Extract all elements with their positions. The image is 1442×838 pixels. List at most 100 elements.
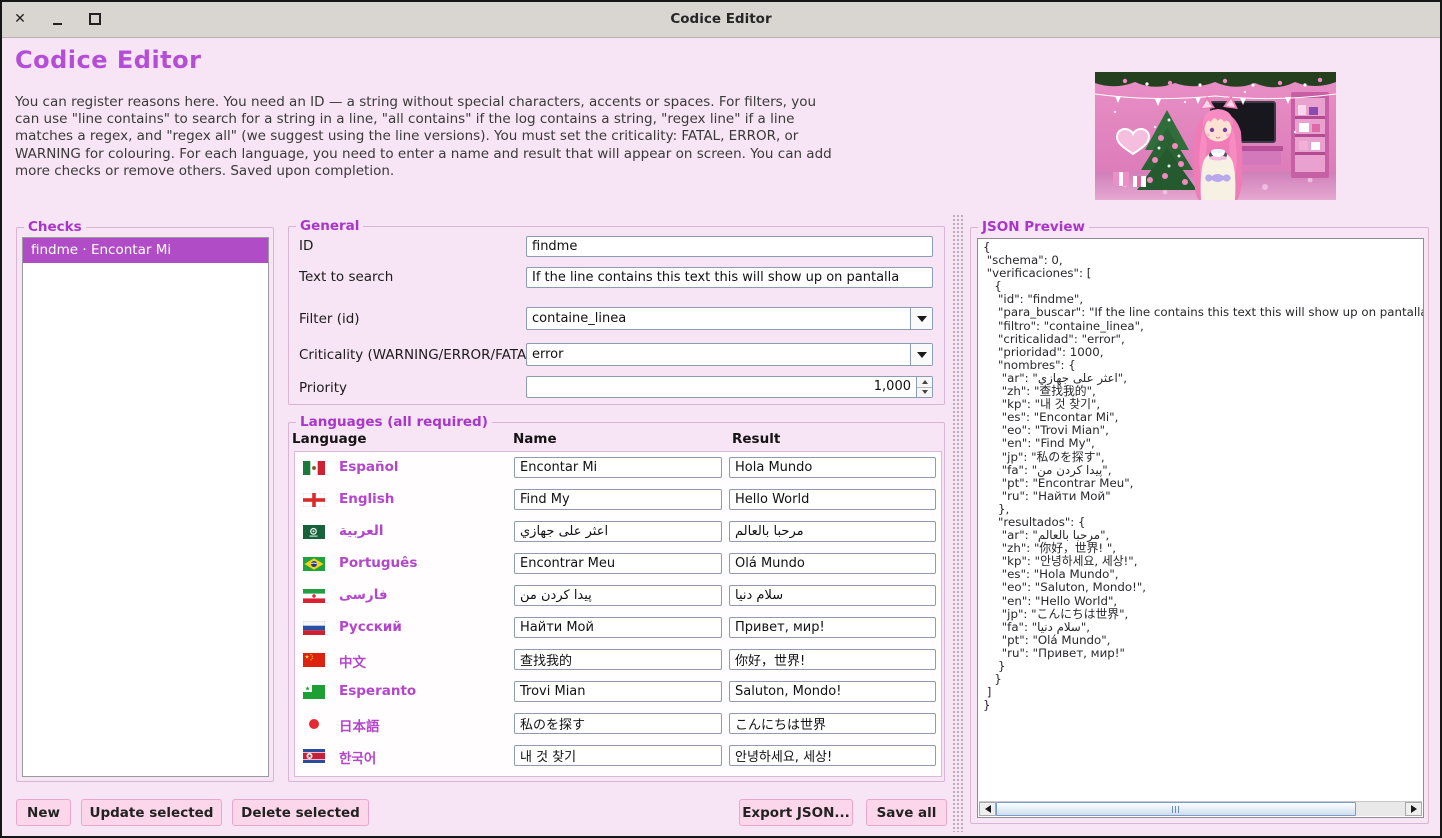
json-preview-panel[interactable]: { "schema": 0, "verificaciones": [ { "id…	[977, 238, 1424, 818]
language-row: 日本語	[295, 708, 941, 740]
scroll-right-button[interactable]	[1405, 802, 1422, 816]
checks-list[interactable]: findme · Encontar Mi	[22, 237, 269, 777]
language-row: 한국어	[295, 740, 941, 772]
esperanto-flag-icon	[303, 685, 325, 699]
language-label: 日本語	[339, 715, 380, 735]
column-header-name: Name	[513, 431, 557, 447]
general-group-label: General	[296, 218, 363, 234]
json-preview-group: JSON Preview { "schema": 0, "verificacio…	[970, 227, 1429, 824]
criticality-label: Criticality (WARNING/ERROR/FATAL)	[299, 347, 539, 363]
north-korea-flag-icon	[303, 749, 325, 763]
filter-label: Filter (id)	[299, 311, 360, 327]
text-to-search-label: Text to search	[299, 269, 393, 285]
scrollbar-thumb[interactable]	[996, 802, 1356, 816]
scrollbar-grip-icon	[1172, 806, 1179, 813]
new-button[interactable]: New	[16, 799, 71, 826]
name-input[interactable]	[514, 617, 722, 638]
languages-group-label: Languages (all required)	[296, 414, 492, 430]
column-header-result: Result	[732, 431, 780, 447]
page-title: Codice Editor	[15, 46, 201, 74]
check-list-item[interactable]: findme · Encontar Mi	[23, 238, 268, 263]
result-input[interactable]	[729, 553, 936, 574]
result-input[interactable]	[729, 713, 936, 734]
criticality-selected-value: error	[527, 344, 910, 365]
name-input[interactable]	[514, 681, 722, 702]
result-input[interactable]	[729, 521, 936, 542]
save-all-button[interactable]: Save all	[866, 799, 947, 826]
language-row: فارسی	[295, 580, 941, 612]
mexico-flag-icon	[303, 461, 325, 475]
spin-up-icon	[922, 380, 928, 384]
spin-down-button[interactable]	[917, 387, 932, 398]
result-input[interactable]	[729, 457, 936, 478]
priority-value: 1,000	[527, 377, 916, 397]
update-selected-button[interactable]: Update selected	[81, 799, 222, 826]
titlebar: ✕ Codice Editor	[2, 2, 1440, 38]
england-flag-icon	[303, 493, 325, 507]
language-label: العربية	[339, 523, 383, 539]
language-label: Русский	[339, 619, 402, 635]
language-row: Esperanto	[295, 676, 941, 708]
language-label: Português	[339, 555, 417, 571]
column-header-language: Language	[292, 431, 367, 447]
scroll-right-icon	[1411, 805, 1417, 813]
export-json-button[interactable]: Export JSON...	[739, 799, 853, 826]
result-input[interactable]	[729, 585, 936, 606]
checks-group-label: Checks	[24, 219, 86, 235]
window-title: Codice Editor	[2, 11, 1440, 27]
languages-group: Languages (all required) Language Name R…	[288, 422, 945, 782]
app-window: ✕ Codice Editor Codice Editor You can re…	[0, 0, 1442, 838]
brazil-flag-icon	[303, 557, 325, 571]
checks-group: Checks findme · Encontar Mi	[16, 227, 274, 782]
language-row: English	[295, 484, 941, 516]
delete-selected-button[interactable]: Delete selected	[232, 799, 369, 826]
language-label: فارسی	[339, 587, 388, 603]
name-input[interactable]	[514, 745, 722, 766]
filter-select[interactable]: containe_linea	[526, 307, 933, 330]
scroll-left-button[interactable]	[979, 802, 996, 816]
name-input[interactable]	[514, 489, 722, 510]
result-input[interactable]	[729, 649, 936, 670]
name-input[interactable]	[514, 457, 722, 478]
filter-dropdown-button[interactable]	[910, 308, 932, 329]
name-input[interactable]	[514, 713, 722, 734]
spin-down-icon	[922, 390, 928, 394]
name-input[interactable]	[514, 553, 722, 574]
result-input[interactable]	[729, 617, 936, 638]
panel-splitter[interactable]	[952, 214, 965, 832]
text-to-search-input[interactable]	[526, 267, 933, 288]
japan-flag-icon	[303, 717, 325, 731]
language-row: العربية	[295, 516, 941, 548]
description-text: You can register reasons here. You need …	[15, 94, 845, 180]
name-input[interactable]	[514, 585, 722, 606]
id-input[interactable]	[526, 236, 933, 257]
priority-label: Priority	[299, 380, 347, 396]
general-group: General ID Text to search Filter (id) co…	[288, 226, 945, 405]
language-label: Español	[339, 459, 399, 475]
criticality-select[interactable]: error	[526, 343, 933, 366]
language-rows: Español English العربية Português فارسی Русск…	[294, 451, 942, 777]
horizontal-scrollbar[interactable]	[979, 801, 1422, 816]
json-preview-group-label: JSON Preview	[978, 219, 1089, 235]
name-input[interactable]	[514, 649, 722, 670]
hero-illustration	[1095, 72, 1336, 200]
filter-selected-value: containe_linea	[527, 308, 910, 329]
result-input[interactable]	[729, 489, 936, 510]
language-label: 한국어	[339, 747, 376, 767]
scrollbar-track[interactable]	[996, 802, 1405, 816]
spin-up-button[interactable]	[917, 377, 932, 387]
json-preview-text: { "schema": 0, "verificaciones": [ { "id…	[978, 239, 1423, 712]
name-input[interactable]	[514, 521, 722, 542]
scroll-left-icon	[985, 805, 991, 813]
language-label: 中文	[339, 651, 366, 671]
priority-stepper[interactable]: 1,000	[526, 376, 933, 398]
language-row: 中文	[295, 644, 941, 676]
iran-flag-icon	[303, 589, 325, 603]
result-input[interactable]	[729, 681, 936, 702]
chevron-down-icon	[917, 352, 927, 358]
id-label: ID	[299, 238, 313, 254]
language-label: English	[339, 491, 394, 507]
criticality-dropdown-button[interactable]	[910, 344, 932, 365]
russia-flag-icon	[303, 621, 325, 635]
result-input[interactable]	[729, 745, 936, 766]
